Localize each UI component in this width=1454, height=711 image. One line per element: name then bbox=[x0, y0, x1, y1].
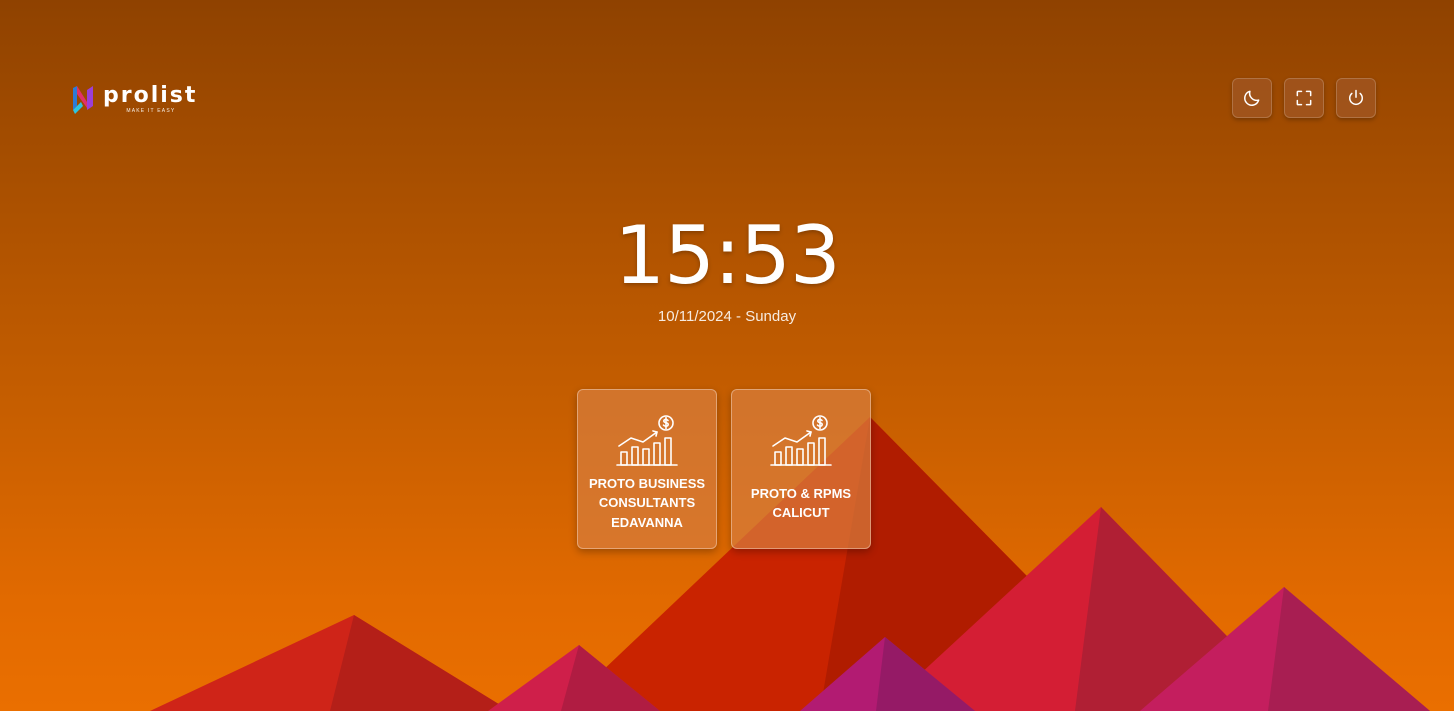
company-cards: PROTO BUSINESS CONSULTANTS EDAVANNA PROT… bbox=[577, 389, 871, 549]
company-card[interactable]: PROTO BUSINESS CONSULTANTS EDAVANNA bbox=[577, 389, 717, 549]
company-name: PROTO BUSINESS CONSULTANTS EDAVANNA bbox=[588, 475, 706, 530]
prolist-logo-mark-icon bbox=[73, 86, 93, 114]
power-icon bbox=[1349, 89, 1363, 105]
moon-icon bbox=[1244, 90, 1260, 106]
growth-chart-dollar-icon bbox=[770, 415, 832, 466]
company-name: PROTO & RPMS CALICUT bbox=[750, 485, 852, 521]
clock-time: 15:53 bbox=[614, 209, 841, 302]
fullscreen-icon bbox=[1296, 90, 1312, 106]
clock-date: 10/11/2024 - Sunday bbox=[657, 308, 797, 325]
dark-mode-button[interactable] bbox=[1232, 78, 1272, 118]
brand-tagline: MAKE IT EASY bbox=[126, 108, 176, 114]
brand-name: prolist bbox=[103, 83, 198, 108]
desktop-screen: prolist MAKE IT EASY 15:53 10/11/2024 - bbox=[0, 0, 1454, 711]
top-right-toolbar bbox=[1232, 78, 1376, 118]
power-button[interactable] bbox=[1336, 78, 1376, 118]
growth-chart-dollar-icon bbox=[616, 415, 678, 466]
company-card[interactable]: PROTO & RPMS CALICUT bbox=[731, 389, 871, 549]
fullscreen-button[interactable] bbox=[1284, 78, 1324, 118]
prolist-logo: prolist MAKE IT EASY bbox=[71, 84, 197, 115]
